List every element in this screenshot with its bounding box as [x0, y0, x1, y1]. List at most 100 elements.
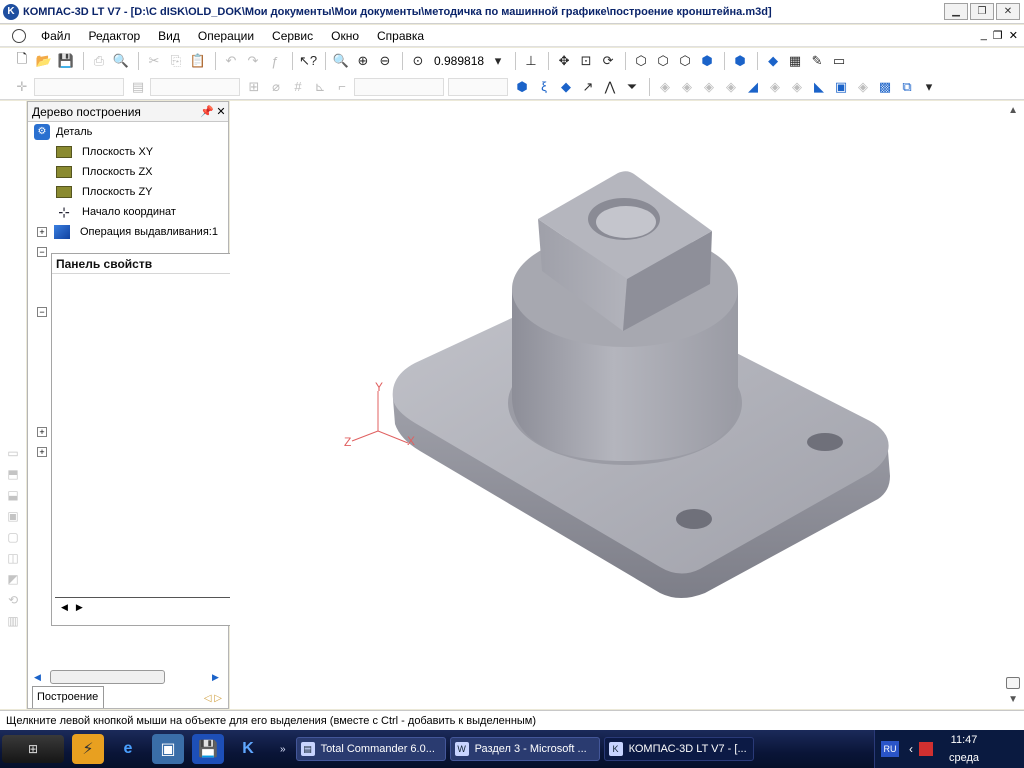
- part-icon[interactable]: ◆: [763, 51, 783, 71]
- orientation-icon[interactable]: ⊥: [521, 51, 541, 71]
- tab-build[interactable]: Построение: [32, 686, 104, 708]
- vertical-scroll-thumb[interactable]: [1006, 677, 1020, 689]
- task-word[interactable]: W Раздел 3 - Microsoft ...: [449, 737, 600, 761]
- scroll-left-icon[interactable]: ◀: [34, 672, 46, 683]
- ortho-icon[interactable]: ⊾: [310, 77, 330, 97]
- body-icon[interactable]: ⬢: [512, 77, 532, 97]
- constraint-icon[interactable]: ⌐: [332, 77, 352, 97]
- kompas-quicklaunch-icon[interactable]: K: [232, 734, 264, 764]
- tree-item-extrude[interactable]: + Операция выдавливания:1: [28, 222, 228, 242]
- toolbar2-dropdown-icon[interactable]: ▾: [919, 77, 939, 97]
- expand-icon[interactable]: +: [37, 447, 47, 457]
- op4-icon[interactable]: ◈: [721, 77, 741, 97]
- left-tool-icon[interactable]: ⟲: [4, 593, 22, 609]
- task-kompas[interactable]: K КОМПАС-3D LT V7 - [...: [603, 737, 754, 761]
- function-icon[interactable]: ƒ: [265, 51, 285, 71]
- tab-nav-arrows-icon[interactable]: ◁ ▷: [204, 693, 222, 704]
- tree-root[interactable]: ⚙ Деталь: [28, 122, 228, 142]
- style-icon[interactable]: ▤: [128, 77, 148, 97]
- panel-icon[interactable]: ▭: [829, 51, 849, 71]
- prev-icon[interactable]: ◀: [61, 602, 68, 613]
- scroll-up-icon[interactable]: ▲: [1008, 105, 1018, 116]
- tree-close-icon[interactable]: ✕: [214, 105, 228, 118]
- floppy-icon[interactable]: 💾: [192, 734, 224, 764]
- array-icon[interactable]: ▩: [875, 77, 895, 97]
- save-icon[interactable]: 💾: [56, 51, 76, 71]
- tree-item-plane-xy[interactable]: Плоскость XY: [28, 142, 228, 162]
- kaspersky-icon[interactable]: [919, 742, 933, 756]
- menu-editor[interactable]: Редактор: [80, 29, 150, 43]
- pin-icon[interactable]: 📌: [200, 105, 214, 118]
- local-cs-icon[interactable]: ⊞: [244, 77, 264, 97]
- tree-item-origin[interactable]: ⊹ Начало координат: [28, 202, 228, 222]
- expand-icon[interactable]: +: [37, 227, 47, 237]
- left-tool-icon[interactable]: ◩: [4, 572, 22, 588]
- expand-icon[interactable]: +: [37, 427, 47, 437]
- menu-file[interactable]: Файл: [32, 29, 80, 43]
- tree-item-plane-zx[interactable]: Плоскость ZX: [28, 162, 228, 182]
- pan-icon[interactable]: ✥: [554, 51, 574, 71]
- op6-icon[interactable]: ◈: [787, 77, 807, 97]
- document-icon[interactable]: [12, 28, 26, 43]
- shell-icon[interactable]: ▣: [831, 77, 851, 97]
- tree-item-plane-zy[interactable]: Плоскость ZY: [28, 182, 228, 202]
- menu-help[interactable]: Справка: [368, 29, 433, 43]
- cut-icon[interactable]: ✂: [144, 51, 164, 71]
- edge-icon[interactable]: ⋀: [600, 77, 620, 97]
- minimize-button[interactable]: ▁: [944, 3, 968, 20]
- menu-service[interactable]: Сервис: [263, 29, 322, 43]
- zoom-in-icon[interactable]: 🔍: [331, 51, 351, 71]
- scroll-right-icon[interactable]: ▶: [212, 672, 224, 683]
- mirror-icon[interactable]: ⧉: [897, 77, 917, 97]
- mdi-restore-icon[interactable]: ❐: [993, 29, 1003, 42]
- zoom-dropdown-icon[interactable]: ▾: [488, 51, 508, 71]
- desktop-icon[interactable]: ▣: [152, 734, 184, 764]
- scroll-down-icon[interactable]: ▼: [1008, 694, 1018, 705]
- clock[interactable]: 11:47 среда: [949, 731, 979, 767]
- left-tool-icon[interactable]: ▥: [4, 614, 22, 630]
- open-icon[interactable]: 📂: [34, 51, 54, 71]
- snap-icon[interactable]: ✛: [12, 77, 32, 97]
- redo-icon[interactable]: ↷: [243, 51, 263, 71]
- new-document-icon[interactable]: 🗋: [12, 51, 32, 71]
- perspective-icon[interactable]: ⬢: [730, 51, 750, 71]
- mdi-close-icon[interactable]: ✕: [1009, 29, 1018, 42]
- hidden-lines-icon[interactable]: ⬡: [653, 51, 673, 71]
- op1-icon[interactable]: ◈: [655, 77, 675, 97]
- coord-combo-2[interactable]: [448, 77, 508, 96]
- chamfer-icon[interactable]: ◣: [809, 77, 829, 97]
- zoom-window-icon[interactable]: ⊡: [576, 51, 596, 71]
- left-tool-icon[interactable]: ▭: [4, 446, 22, 462]
- fillet-icon[interactable]: ◢: [743, 77, 763, 97]
- print-preview-icon[interactable]: 🔍: [111, 51, 131, 71]
- model-viewport[interactable]: Y X Z ▲ ▼: [230, 101, 1024, 709]
- left-tool-icon[interactable]: ▣: [4, 509, 22, 525]
- help-pointer-icon[interactable]: ↖?: [298, 51, 318, 71]
- thin-lines-icon[interactable]: ⬡: [675, 51, 695, 71]
- print-icon[interactable]: ⎙: [89, 51, 109, 71]
- shaded-icon[interactable]: ⬢: [697, 51, 717, 71]
- axis-icon[interactable]: ↗: [578, 77, 598, 97]
- tree-horizontal-scrollbar[interactable]: ◀ ▶: [34, 668, 224, 686]
- winamp-icon[interactable]: ⚡: [72, 734, 104, 764]
- start-button[interactable]: ⊞: [2, 735, 64, 763]
- left-tool-icon[interactable]: ⬓: [4, 488, 22, 504]
- collapse-icon[interactable]: −: [37, 247, 47, 257]
- wireframe-icon[interactable]: ⬡: [631, 51, 651, 71]
- copy-icon[interactable]: ⎘: [166, 51, 186, 71]
- grid-icon[interactable]: #: [288, 77, 308, 97]
- left-tool-icon[interactable]: ▢: [4, 530, 22, 546]
- menu-operations[interactable]: Операции: [189, 29, 263, 43]
- style-combo[interactable]: [150, 77, 240, 96]
- paste-icon[interactable]: 📋: [188, 51, 208, 71]
- op5-icon[interactable]: ◈: [765, 77, 785, 97]
- rotate-icon[interactable]: ⟳: [598, 51, 618, 71]
- internet-explorer-icon[interactable]: e: [112, 734, 144, 764]
- language-indicator[interactable]: RU: [881, 741, 899, 757]
- undo-icon[interactable]: ↶: [221, 51, 241, 71]
- layer-combo[interactable]: [34, 77, 124, 96]
- curve-icon[interactable]: ξ: [534, 77, 554, 97]
- properties-icon[interactable]: ✎: [807, 51, 827, 71]
- tree-icon[interactable]: ▦: [785, 51, 805, 71]
- zoom-plus-icon[interactable]: ⊕: [353, 51, 373, 71]
